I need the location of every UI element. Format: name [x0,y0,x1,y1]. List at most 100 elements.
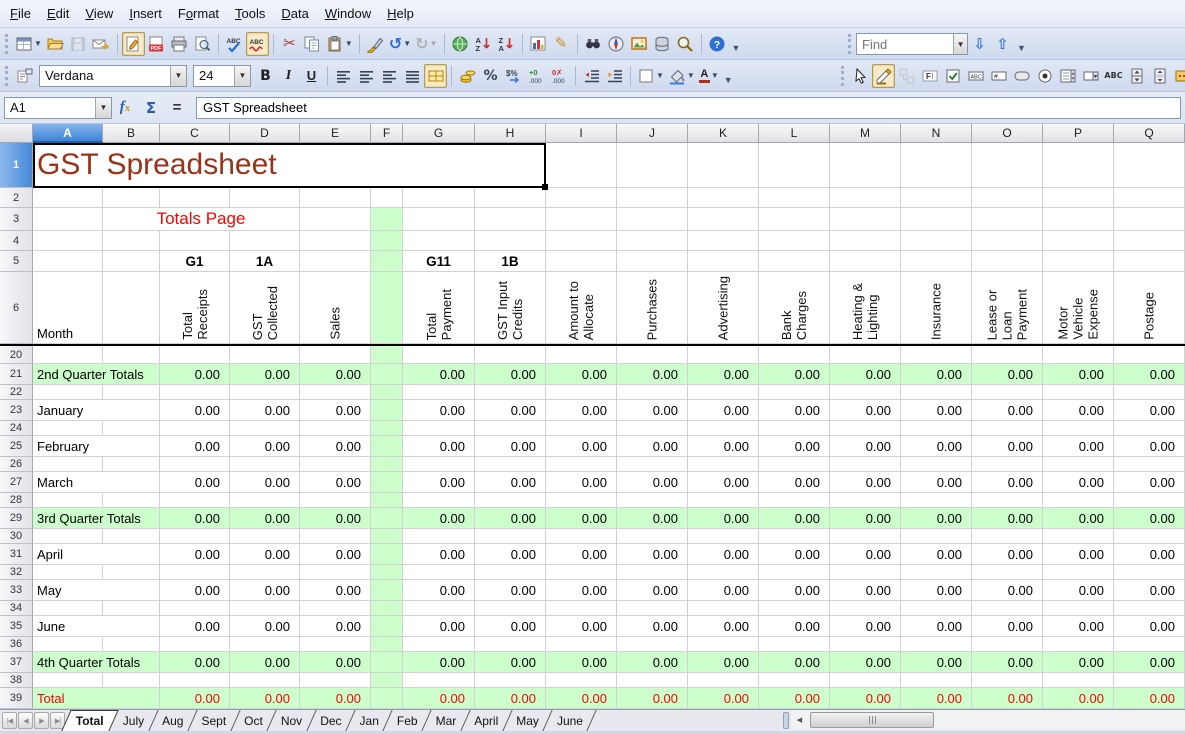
cell[interactable] [1114,231,1185,251]
increase-indent-icon[interactable] [603,64,626,88]
option-button-icon[interactable] [1033,64,1056,88]
cell[interactable] [403,421,475,436]
formatted-field-icon[interactable]: #. [987,64,1010,88]
cell[interactable] [901,143,972,188]
open-icon[interactable] [44,32,67,56]
merge-cells-icon[interactable] [424,64,447,88]
sort-descending-icon[interactable]: ZA [495,32,518,56]
cell-G23[interactable]: 0.00 [403,400,475,421]
sheet-tab-april[interactable]: April [465,710,507,731]
cell[interactable] [688,601,759,616]
cell[interactable] [901,346,972,364]
cell[interactable] [546,565,617,580]
check-box-icon[interactable] [941,64,964,88]
cell[interactable] [901,637,972,652]
green-band-cell[interactable] [371,472,403,493]
menu-help[interactable]: Help [379,2,422,25]
cell[interactable] [830,421,901,436]
cell-G29[interactable]: 0.00 [403,508,475,529]
cell-L25[interactable]: 0.00 [759,436,830,457]
more-controls-icon[interactable] [1171,64,1185,88]
menu-data[interactable]: Data [273,2,316,25]
align-right-icon[interactable] [378,64,401,88]
selection-fill-handle[interactable] [542,184,548,190]
green-band-cell[interactable] [371,616,403,637]
cell[interactable] [230,346,300,364]
cell-J25[interactable]: 0.00 [617,436,688,457]
font-name-combo[interactable]: Verdana ▼ [39,65,187,87]
cell[interactable] [103,565,160,580]
cell[interactable] [972,529,1043,544]
row-header-35[interactable]: 35 [0,616,33,637]
scrollbar-thumb[interactable] [810,712,934,728]
cell[interactable] [688,385,759,400]
row-header-2[interactable]: 2 [0,188,33,208]
cell-O27[interactable]: 0.00 [972,472,1043,493]
cell[interactable] [475,421,546,436]
cell-K25[interactable]: 0.00 [688,436,759,457]
row-header-3[interactable]: 3 [0,208,33,231]
sheet-tab-may[interactable]: May [507,710,548,731]
column-header-G[interactable]: G [403,124,475,143]
row-header-5[interactable]: 5 [0,251,33,272]
first-sheet-button[interactable]: |◀ [2,712,17,729]
print-preview-icon[interactable] [191,32,214,56]
delete-decimal-icon[interactable]: 0✗.000 [548,64,571,88]
cell[interactable] [830,457,901,472]
sheet-tab-dec[interactable]: Dec [311,710,350,731]
cell[interactable] [759,673,830,688]
cell[interactable] [300,493,371,508]
cell[interactable] [403,565,475,580]
green-band-cell[interactable] [371,529,403,544]
row-header-26[interactable]: 26 [0,457,33,472]
cell[interactable] [1114,601,1185,616]
cell[interactable] [403,493,475,508]
cell[interactable] [300,565,371,580]
column-header-A[interactable]: A [33,124,103,143]
cell-N31[interactable]: 0.00 [901,544,972,565]
insert-chart-icon[interactable] [527,32,550,56]
cell[interactable] [901,188,972,208]
row-header-23[interactable]: 23 [0,400,33,421]
column-header-J[interactable]: J [617,124,688,143]
cell[interactable] [403,188,475,208]
toolbar-overflow-icon[interactable]: ▼ [1017,35,1026,53]
cell[interactable] [300,346,371,364]
cell[interactable] [103,385,160,400]
cell-E31[interactable]: 0.00 [300,544,371,565]
sheet-tab-july[interactable]: July [114,710,153,731]
cell[interactable] [546,208,617,231]
cell-I29[interactable]: 0.00 [546,508,617,529]
cell[interactable] [475,457,546,472]
cell-A27[interactable]: March [33,472,160,493]
undo-icon[interactable]: ↺▼ [387,32,413,56]
hyperlink-icon[interactable] [449,32,472,56]
cell-E35[interactable]: 0.00 [300,616,371,637]
cell-K23[interactable]: 0.00 [688,400,759,421]
cell[interactable] [33,601,103,616]
green-band-cell[interactable] [371,457,403,472]
cell[interactable] [688,457,759,472]
cell[interactable] [1114,421,1185,436]
green-band-cell[interactable] [371,601,403,616]
cell[interactable] [759,565,830,580]
cell-Q33[interactable]: 0.00 [1114,580,1185,601]
cell-P37[interactable]: 0.00 [1043,652,1114,673]
cell[interactable] [617,188,688,208]
cell-E25[interactable]: 0.00 [300,436,371,457]
cell-P35[interactable]: 0.00 [1043,616,1114,637]
cell[interactable] [475,565,546,580]
cell-A31[interactable]: April [33,544,160,565]
cell-I33[interactable]: 0.00 [546,580,617,601]
cell[interactable] [830,208,901,231]
cell[interactable] [1114,208,1185,231]
cell[interactable] [475,231,546,251]
cell-J39[interactable]: 0.00 [617,688,688,709]
green-band-cell[interactable] [371,580,403,601]
cell-J35[interactable]: 0.00 [617,616,688,637]
cell-P25[interactable]: 0.00 [1043,436,1114,457]
cell-D39[interactable]: 0.00 [230,688,300,709]
cell[interactable] [1114,385,1185,400]
column-header-L[interactable]: L [759,124,830,143]
spin-button-icon[interactable] [1125,64,1148,88]
